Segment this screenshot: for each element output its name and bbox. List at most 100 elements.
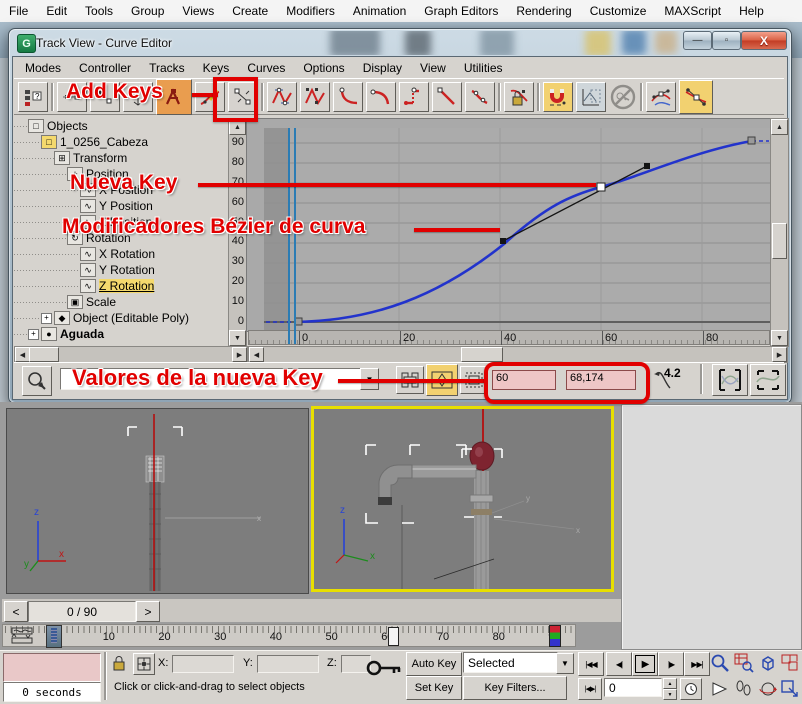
tree-item-label[interactable]: Z Rotation bbox=[99, 279, 154, 293]
maxscript-mini-listener[interactable] bbox=[3, 653, 101, 682]
app-menu-views[interactable]: Views bbox=[173, 4, 223, 18]
tangent-linear-icon[interactable] bbox=[432, 82, 462, 112]
tree-row[interactable]: +◆Object (Editable Poly) bbox=[14, 310, 228, 326]
expand-icon[interactable]: + bbox=[28, 329, 39, 340]
app-menu-animation[interactable]: Animation bbox=[344, 4, 415, 18]
tree-row[interactable]: □1_0256_Cabeza bbox=[14, 134, 228, 150]
tree-row[interactable]: ▣Scale bbox=[14, 294, 228, 310]
app-menu-rendering[interactable]: Rendering bbox=[507, 4, 580, 18]
time-slider-thumb[interactable] bbox=[46, 625, 62, 648]
tree-item-label[interactable]: 1_0256_Cabeza bbox=[60, 135, 148, 149]
editor-menu-curves[interactable]: Curves bbox=[238, 61, 294, 75]
tree-row[interactable]: ∿Y Position bbox=[14, 198, 228, 214]
frame-spinner[interactable]: ▲ ▼ bbox=[663, 678, 675, 697]
tree-item-label[interactable]: Scale bbox=[86, 295, 116, 309]
app-menu-file[interactable]: File bbox=[0, 4, 37, 18]
time-slider-prev-icon[interactable]: < bbox=[4, 601, 28, 622]
bezier-out-handle[interactable] bbox=[644, 163, 650, 169]
tree-item-label[interactable]: Y Position bbox=[99, 199, 153, 213]
zoom-extents-all-icon[interactable] bbox=[780, 653, 800, 673]
tangent-fast-icon[interactable] bbox=[333, 82, 363, 112]
tree-horizontal-scrollbar[interactable]: ◀ ▶ bbox=[14, 346, 248, 363]
app-menu-help[interactable]: Help bbox=[730, 4, 773, 18]
open-minicurve-icon[interactable] bbox=[10, 627, 36, 645]
close-button[interactable]: X bbox=[741, 31, 787, 50]
selection-filter-dropdown[interactable]: Selected bbox=[463, 652, 558, 673]
trackbar-key-90[interactable] bbox=[549, 625, 561, 647]
auto-key-button[interactable]: Auto Key bbox=[406, 652, 462, 676]
editor-menu-modes[interactable]: Modes bbox=[16, 61, 70, 75]
current-frame-field[interactable]: 0 bbox=[604, 678, 662, 697]
track-bar[interactable]: 102030405060708090 bbox=[2, 624, 576, 647]
app-menu-modifiers[interactable]: Modifiers bbox=[277, 4, 344, 18]
key-frame-0[interactable] bbox=[295, 318, 302, 325]
zoom-all-icon[interactable] bbox=[734, 653, 754, 673]
selected-key-frame-60[interactable] bbox=[597, 183, 605, 191]
zoom-extents-icon[interactable] bbox=[758, 653, 778, 673]
set-key-button[interactable]: Set Key bbox=[406, 676, 462, 700]
maximize-viewport-icon[interactable] bbox=[780, 679, 800, 699]
graph-time-ruler[interactable]: 020406080 bbox=[248, 330, 770, 345]
app-menu-tools[interactable]: Tools bbox=[76, 4, 122, 18]
tangent-slow-icon[interactable] bbox=[366, 82, 396, 112]
key-mode-toggle-icon[interactable]: |◀▶| bbox=[578, 678, 602, 700]
time-configuration-icon[interactable] bbox=[680, 678, 702, 700]
tree-row[interactable]: ∿Z Rotation bbox=[14, 278, 228, 294]
app-menu-customize[interactable]: Customize bbox=[581, 4, 656, 18]
zoom-selected-icon[interactable] bbox=[22, 366, 52, 396]
key-frame-90[interactable] bbox=[748, 137, 755, 144]
tree-item-label[interactable]: X Rotation bbox=[99, 247, 155, 261]
tree-row[interactable]: ⊞Transform bbox=[14, 150, 228, 166]
time-slider-next-icon[interactable]: > bbox=[136, 601, 160, 622]
tree-row[interactable]: ∿X Rotation bbox=[14, 246, 228, 262]
editor-menu-utilities[interactable]: Utilities bbox=[455, 61, 512, 75]
x-coord-field[interactable] bbox=[172, 655, 234, 673]
show-frozen-curves-icon[interactable] bbox=[750, 364, 786, 396]
tree-item-label[interactable]: Object (Editable Poly) bbox=[73, 311, 189, 325]
selection-lock-icon[interactable] bbox=[112, 655, 126, 671]
freeze-nonselected-curves-icon[interactable] bbox=[712, 364, 748, 396]
key-filters-button[interactable]: Key Filters... bbox=[463, 676, 567, 700]
editor-menu-keys[interactable]: Keys bbox=[194, 61, 239, 75]
editor-menu-controller[interactable]: Controller bbox=[70, 61, 140, 75]
tangent-smooth-icon[interactable] bbox=[465, 82, 495, 112]
lock-tangents-icon[interactable] bbox=[504, 82, 534, 112]
trackbar-key-60[interactable] bbox=[388, 627, 399, 646]
graph-horizontal-scrollbar[interactable]: ◀ ▶ bbox=[248, 346, 788, 363]
editor-menu-view[interactable]: View bbox=[411, 61, 455, 75]
go-to-end-icon[interactable]: ▶▶| bbox=[684, 652, 710, 676]
pan-view-nav-icon[interactable] bbox=[710, 679, 730, 699]
editor-menu-display[interactable]: Display bbox=[354, 61, 411, 75]
tangent-custom-icon[interactable] bbox=[300, 82, 330, 112]
editor-menu-options[interactable]: Options bbox=[294, 61, 353, 75]
previous-frame-icon[interactable]: ◀| bbox=[606, 652, 632, 676]
app-menu-maxscript[interactable]: MAXScript bbox=[655, 4, 730, 18]
play-animation-icon[interactable]: ▶ bbox=[632, 652, 658, 676]
orbit-icon[interactable] bbox=[758, 679, 778, 699]
app-menu-graph-editors[interactable]: Graph Editors bbox=[415, 4, 507, 18]
tree-item-label[interactable]: Objects bbox=[47, 119, 88, 133]
go-to-start-icon[interactable]: |◀◀ bbox=[578, 652, 604, 676]
tree-item-label[interactable]: Y Rotation bbox=[99, 263, 155, 277]
tree-item-label[interactable]: Transform bbox=[73, 151, 127, 165]
selection-filter-dropdown-icon[interactable]: ▼ bbox=[556, 653, 574, 674]
next-frame-icon[interactable]: |▶ bbox=[658, 652, 684, 676]
show-tangents-icon[interactable] bbox=[646, 82, 676, 112]
y-coord-field[interactable] bbox=[257, 655, 319, 673]
app-menu-group[interactable]: Group bbox=[122, 4, 173, 18]
tangent-auto-icon[interactable] bbox=[267, 82, 297, 112]
time-slider-display[interactable]: 0 / 90 bbox=[28, 601, 136, 622]
walk-through-icon[interactable] bbox=[734, 679, 754, 699]
maximize-button[interactable]: ▫ bbox=[712, 31, 741, 50]
minimize-button[interactable]: — bbox=[683, 31, 712, 50]
editor-menu-tracks[interactable]: Tracks bbox=[140, 61, 194, 75]
tree-row[interactable]: ∿Y Rotation bbox=[14, 262, 228, 278]
app-menu-edit[interactable]: Edit bbox=[37, 4, 76, 18]
tangent-step-icon[interactable] bbox=[399, 82, 429, 112]
graph-vertical-scrollbar[interactable]: ▲ ▼ bbox=[770, 118, 789, 347]
param-out-of-range-icon[interactable] bbox=[576, 82, 606, 112]
bezier-in-handle[interactable] bbox=[500, 238, 506, 244]
show-all-tangents-icon[interactable] bbox=[679, 80, 713, 114]
app-menu-create[interactable]: Create bbox=[223, 4, 277, 18]
tree-item-label[interactable]: Aguada bbox=[60, 327, 104, 341]
